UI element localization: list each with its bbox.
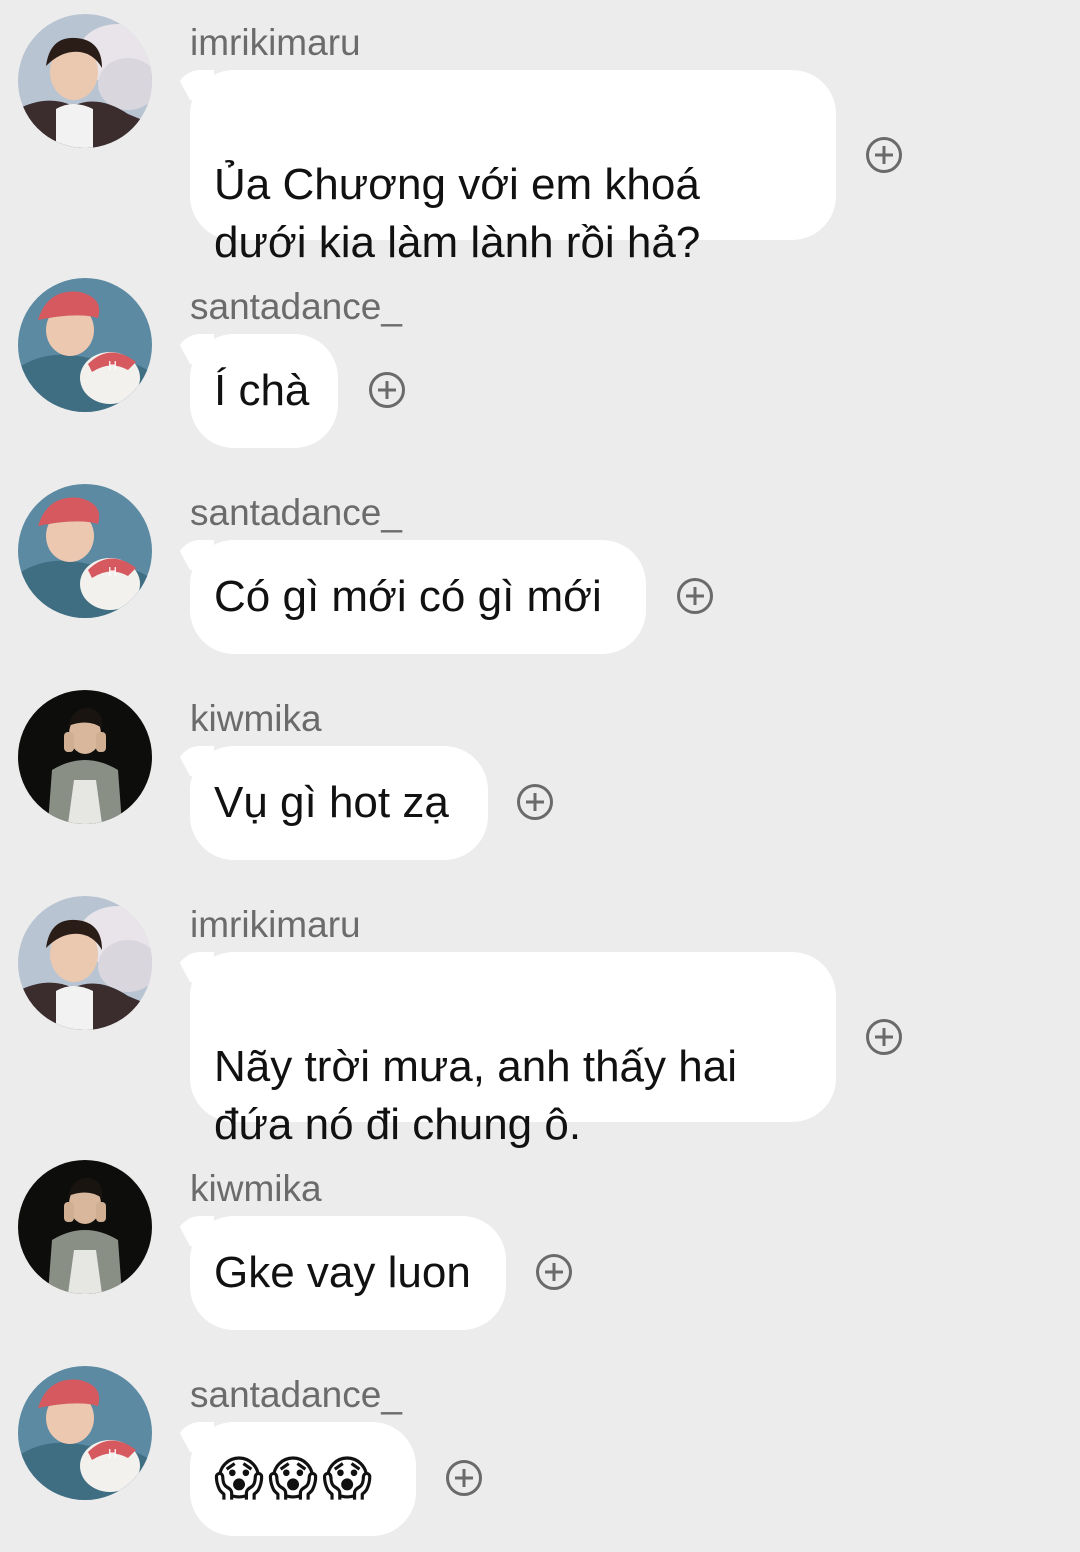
add-reaction-icon[interactable]	[446, 1460, 482, 1496]
add-reaction-icon[interactable]	[517, 784, 553, 820]
message-bubble[interactable]: Gke vay luon	[190, 1216, 506, 1330]
username[interactable]: kiwmika	[190, 1164, 322, 1214]
message-text: Gke vay luon	[214, 1248, 471, 1297]
message-text: Í chà	[214, 366, 310, 415]
avatar-santa-icon[interactable]: H	[18, 1366, 152, 1500]
avatar-santa-icon[interactable]: H	[18, 484, 152, 618]
username[interactable]: imrikimaru	[190, 18, 361, 68]
svg-text:H: H	[108, 359, 117, 373]
add-reaction-icon[interactable]	[369, 372, 405, 408]
message-text: Vụ gì hot zạ	[214, 778, 449, 827]
avatar-rikimaru-icon[interactable]	[18, 14, 152, 148]
username[interactable]: santadance_	[190, 1370, 402, 1420]
svg-text:H: H	[108, 1447, 117, 1461]
username[interactable]: imrikimaru	[190, 900, 361, 950]
add-reaction-icon[interactable]	[536, 1254, 572, 1290]
add-reaction-icon[interactable]	[866, 137, 902, 173]
message-bubble[interactable]: Ủa Chương với em khoá dưới kia làm lành …	[190, 70, 836, 267]
avatar-kiwmika-icon[interactable]	[18, 1160, 152, 1294]
svg-text:H: H	[108, 565, 117, 579]
message-bubble[interactable]: 😱😱😱	[190, 1422, 416, 1536]
message-bubble[interactable]: Í chà	[190, 334, 338, 448]
avatar-rikimaru-icon[interactable]	[18, 896, 152, 1030]
message-text: Nãy trời mưa, anh thấy hai đứa nó đi chu…	[214, 1042, 737, 1149]
username[interactable]: santadance_	[190, 282, 402, 332]
message-text: Có gì mới có gì mới	[214, 572, 602, 621]
avatar-kiwmika-icon[interactable]	[18, 690, 152, 824]
message-text: 😱😱😱	[214, 1451, 377, 1507]
message-bubble[interactable]: Có gì mới có gì mới	[190, 540, 646, 654]
add-reaction-icon[interactable]	[866, 1019, 902, 1055]
username[interactable]: santadance_	[190, 488, 402, 538]
message-text: Ủa Chương với em khoá dưới kia làm lành …	[214, 160, 701, 267]
message-bubble[interactable]: Vụ gì hot zạ	[190, 746, 488, 860]
add-reaction-icon[interactable]	[677, 578, 713, 614]
message-bubble[interactable]: Nãy trời mưa, anh thấy hai đứa nó đi chu…	[190, 952, 836, 1149]
username[interactable]: kiwmika	[190, 694, 322, 744]
avatar-santa-icon[interactable]: H	[18, 278, 152, 412]
